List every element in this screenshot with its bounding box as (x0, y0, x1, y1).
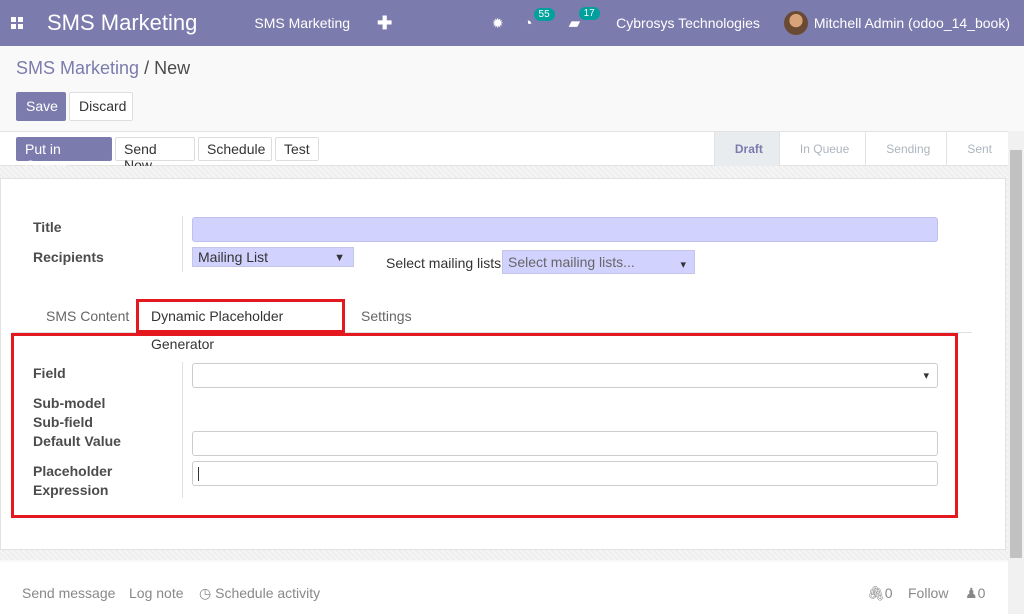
stage-pipeline: Draft In Queue Sending Sent (713, 132, 1008, 166)
placeholder-expression-label-line2: Expression (33, 482, 109, 498)
breadcrumb-parent-link[interactable]: SMS Marketing (16, 58, 139, 78)
tab-sms-content[interactable]: SMS Content (34, 299, 141, 333)
attachments-count: 0 (884, 585, 893, 601)
schedule-button[interactable]: Schedule (198, 137, 272, 161)
default-value-input[interactable] (192, 431, 938, 456)
label-divider (182, 362, 183, 498)
mailing-lists-select[interactable]: Select mailing lists... ▾ (502, 250, 695, 274)
tab-settings[interactable]: Settings (349, 299, 424, 333)
follow-button[interactable]: Follow (908, 585, 948, 601)
stage-draft: Draft (713, 132, 779, 166)
activity-clock-icon[interactable]: ◔ 55 (524, 7, 555, 32)
stage-sending: Sending (865, 132, 946, 166)
debug-bug-icon[interactable]: ✹ (492, 15, 504, 32)
user-avatar[interactable] (783, 11, 808, 35)
title-input[interactable] (192, 217, 938, 242)
scrollbar-thumb[interactable] (1010, 150, 1022, 558)
stage-in-queue: In Queue (778, 132, 865, 166)
discard-button[interactable]: Discard (69, 92, 133, 121)
paperclip-icon: 🖇 (867, 585, 885, 601)
tab-dynamic-placeholder-generator[interactable]: Dynamic Placeholder Generator (136, 299, 345, 352)
schedule-activity-label: Schedule activity (215, 585, 321, 601)
caret-down-icon: ▾ (680, 259, 686, 271)
messages-badge: 17 (578, 7, 600, 20)
followers-count: 0 (977, 585, 986, 601)
recipients-value: Mailing List (198, 249, 269, 265)
user-menu[interactable]: Mitchell Admin (odoo_14_book) (814, 15, 1010, 31)
mailing-lists-label: Select mailing lists: (386, 255, 506, 271)
test-button[interactable]: Test (275, 137, 319, 161)
attachments-button[interactable]: 🖇0 (867, 585, 893, 602)
apps-menu-icon[interactable] (0, 0, 34, 46)
subfield-label: Sub-field (33, 414, 93, 430)
send-now-button[interactable]: Send Now (115, 137, 195, 173)
app-title[interactable]: SMS Marketing (47, 10, 197, 36)
caret-down-icon: ▾ (923, 370, 929, 382)
text-cursor (198, 467, 199, 481)
chevron-down-icon: ▼ (334, 252, 345, 264)
save-button[interactable]: Save (16, 92, 66, 121)
top-navbar: SMS Marketing SMS Marketing ✚ ✹ ◔ 55 ▰ 1… (0, 0, 1024, 46)
notebook-tabs: SMS Content Dynamic Placeholder Generato… (12, 299, 972, 352)
company-switcher[interactable]: Cybrosys Technologies (616, 15, 760, 31)
breadcrumb: SMS Marketing / New (16, 58, 190, 79)
field-select[interactable]: ▾ (192, 363, 938, 388)
form-statusbar: Put in Queue Send Now Schedule Test Draf… (0, 131, 1008, 173)
recipients-label: Recipients (33, 249, 104, 265)
followers-button[interactable]: ♟0 (965, 585, 985, 602)
submodel-label: Sub-model (33, 395, 106, 411)
plus-icon[interactable]: ✚ (377, 13, 392, 34)
recipients-select[interactable]: Mailing List ▼ (192, 247, 354, 267)
placeholder-expression-input[interactable] (192, 461, 938, 486)
messages-chat-icon[interactable]: ▰ 17 (569, 7, 600, 32)
label-divider (182, 216, 183, 272)
clock-icon: ◷ (199, 585, 212, 601)
title-label: Title (33, 219, 62, 235)
default-value-label: Default Value (33, 433, 121, 449)
breadcrumb-current: New (154, 58, 191, 78)
put-in-queue-button[interactable]: Put in Queue (16, 137, 112, 173)
field-label: Field (33, 365, 66, 381)
user-icon: ♟ (965, 585, 978, 601)
breadcrumb-separator: / (144, 58, 150, 78)
placeholder-expression-label-line1: Placeholder (33, 463, 113, 479)
stage-sent: Sent (946, 132, 1008, 166)
highlight-annotation-box (11, 333, 958, 518)
activity-badge: 55 (533, 7, 555, 21)
mailing-lists-placeholder: Select mailing lists... (508, 254, 635, 270)
log-note-button[interactable]: Log note (129, 585, 184, 601)
send-message-button[interactable]: Send message (22, 585, 115, 601)
schedule-activity-button[interactable]: ◷ Schedule activity (199, 585, 320, 602)
nav-menu-sms-marketing[interactable]: SMS Marketing (254, 15, 350, 31)
